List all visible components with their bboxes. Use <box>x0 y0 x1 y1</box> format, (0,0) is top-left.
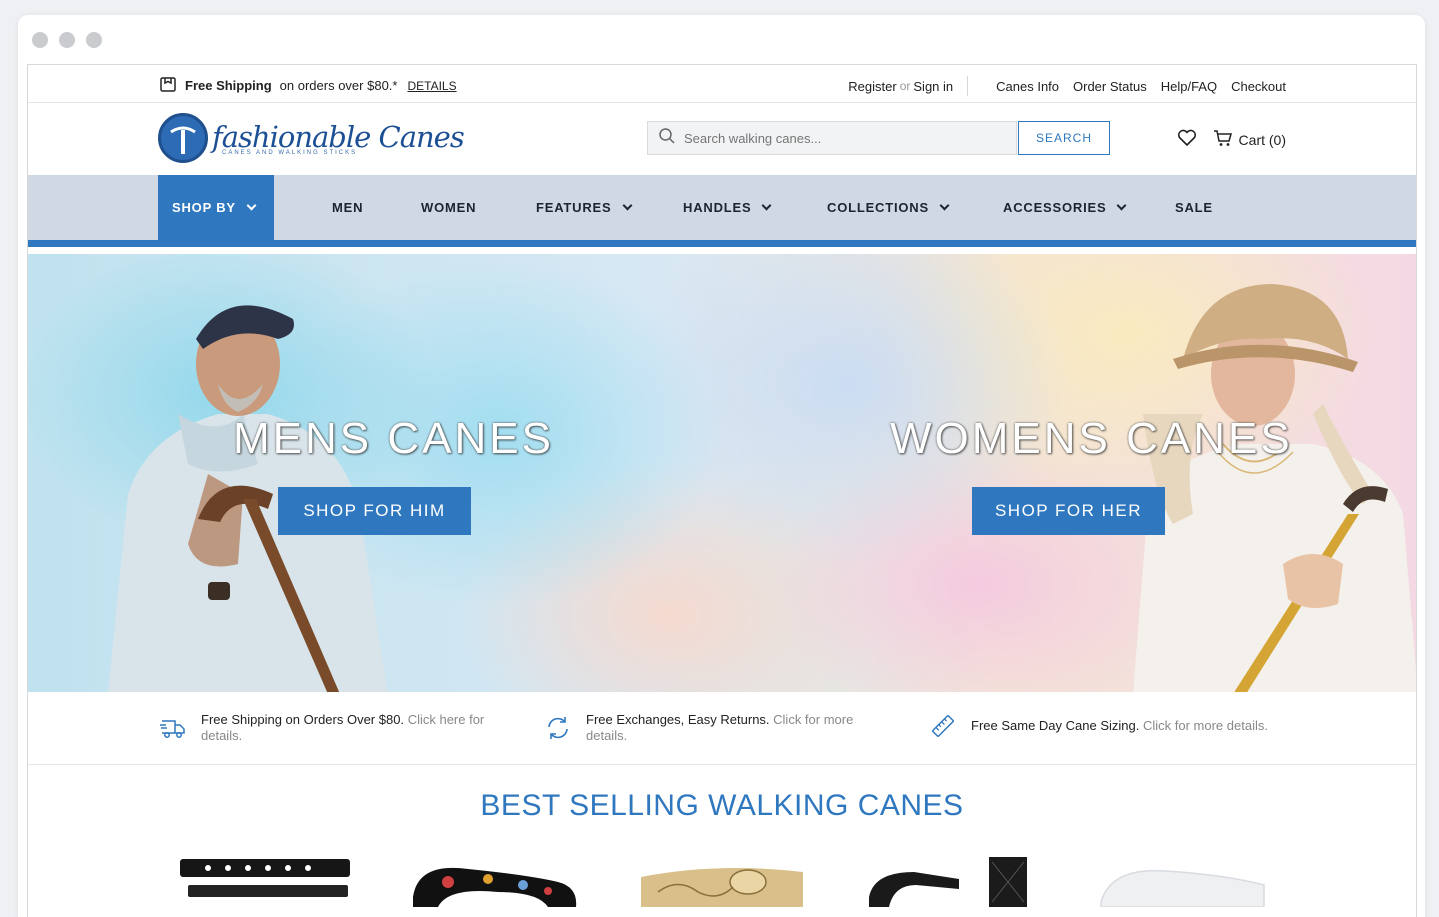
cart-icon <box>1213 129 1233 150</box>
search-field <box>647 121 1017 155</box>
site-header: fashionable Canes CANES AND WALKING STIC… <box>28 103 1416 175</box>
best-sellers-title: BEST SELLING WALKING CANES <box>480 789 964 822</box>
benefit-text: Free Exchanges, Easy Returns. <box>586 712 770 727</box>
nav-sale[interactable]: SALE <box>1175 175 1213 240</box>
cart-label: Cart (0) <box>1238 131 1286 148</box>
window-minimize-dot[interactable] <box>59 32 75 48</box>
package-icon <box>159 75 177 96</box>
benefits-bar: Free Shipping on Orders Over $80. Click … <box>28 692 1416 765</box>
nav-label: FEATURES <box>536 200 612 215</box>
checkout-link[interactable]: Checkout <box>1231 79 1286 94</box>
chevron-down-icon <box>939 200 950 211</box>
nav-label: SHOP BY <box>172 200 236 215</box>
sign-in-link[interactable]: Sign in <box>913 79 953 94</box>
help-faq-link[interactable]: Help/FAQ <box>1161 79 1217 94</box>
nav-label: SALE <box>1175 200 1213 215</box>
nav-label: HANDLES <box>683 200 752 215</box>
benefit-more-link[interactable]: Click for more details. <box>1143 718 1268 733</box>
free-shipping-text: on orders over $80.* <box>279 78 398 93</box>
register-link[interactable]: Register <box>848 79 896 94</box>
hero-banner: MENS CANES SHOP FOR HIM WOMENS CANES SHO… <box>28 254 1416 692</box>
product-image-monogram-cane[interactable] <box>638 857 806 907</box>
benefit-cane-sizing[interactable]: Free Same Day Cane Sizing. Click for mor… <box>929 715 1309 740</box>
logo[interactable]: fashionable Canes CANES AND WALKING STIC… <box>158 113 465 163</box>
ruler-icon <box>929 712 957 740</box>
logo-wordmark: fashionable Canes <box>212 120 465 154</box>
nav-accessories[interactable]: ACCESSORIES <box>1003 175 1127 240</box>
nav-label: COLLECTIONS <box>827 200 929 215</box>
search-input[interactable] <box>684 130 1004 146</box>
shop-for-her-button[interactable]: SHOP FOR HER <box>972 487 1165 535</box>
canes-info-link[interactable]: Canes Info <box>996 79 1059 94</box>
divider <box>967 76 969 96</box>
window-maximize-dot[interactable] <box>86 32 102 48</box>
chevron-down-icon <box>1116 200 1127 211</box>
refresh-icon <box>544 714 572 742</box>
or-text: or <box>899 79 911 93</box>
nav-shop-by[interactable]: SHOP BY <box>158 175 274 240</box>
product-image-carbon-cane[interactable] <box>864 857 1034 907</box>
product-image-clear-cane[interactable] <box>1096 857 1266 907</box>
benefit-free-exchanges[interactable]: Free Exchanges, Easy Returns. Click for … <box>544 712 884 744</box>
nav-label: ACCESSORIES <box>1003 200 1107 215</box>
search-bar: SEARCH <box>647 121 1110 155</box>
window-controls <box>32 32 102 48</box>
logo-emblem-icon <box>158 113 208 163</box>
chevron-down-icon <box>761 200 772 211</box>
header-actions: Cart (0) <box>1177 129 1286 150</box>
window-close-dot[interactable] <box>32 32 48 48</box>
nav-handles[interactable]: HANDLES <box>683 175 772 240</box>
search-button[interactable]: SEARCH <box>1018 121 1110 155</box>
chevron-down-icon <box>246 200 257 211</box>
man-with-cane-image <box>108 305 388 692</box>
benefit-free-shipping[interactable]: Free Shipping on Orders Over $80. Click … <box>159 712 499 744</box>
nav-label: WOMEN <box>421 200 477 215</box>
shop-for-him-button[interactable]: SHOP FOR HIM <box>278 487 471 535</box>
womens-canes-title: WOMENS CANES <box>890 414 1293 463</box>
browser-window: Free Shipping on orders over $80.* DETAI… <box>18 15 1425 917</box>
shipping-truck-icon <box>159 714 187 742</box>
chevron-down-icon <box>622 200 632 211</box>
search-icon <box>658 127 676 150</box>
order-status-link[interactable]: Order Status <box>1073 79 1147 94</box>
product-image-floral-cane[interactable] <box>408 857 580 907</box>
benefit-text: Free Same Day Cane Sizing. <box>971 718 1140 733</box>
nav-features[interactable]: FEATURES <box>536 175 632 240</box>
details-link[interactable]: DETAILS <box>407 79 456 93</box>
mens-canes-title: MENS CANES <box>233 414 554 463</box>
nav-collections[interactable]: COLLECTIONS <box>827 175 950 240</box>
main-nav: SHOP BY MEN WOMEN FEATURES HANDLES COLLE… <box>28 175 1416 247</box>
nav-label: MEN <box>332 200 364 215</box>
cart-button[interactable]: Cart (0) <box>1213 129 1286 150</box>
website: Free Shipping on orders over $80.* DETAI… <box>27 64 1417 917</box>
nav-women[interactable]: WOMEN <box>421 175 476 240</box>
utility-bar: Free Shipping on orders over $80.* DETAI… <box>28 65 1416 103</box>
nav-men[interactable]: MEN <box>332 175 363 240</box>
best-sellers-section: BEST SELLING WALKING CANES <box>28 765 1416 917</box>
woman-with-cane-image <box>1133 284 1416 692</box>
product-image-led-cane[interactable] <box>178 857 353 907</box>
free-shipping-label: Free Shipping <box>185 78 272 93</box>
free-shipping-promo: Free Shipping on orders over $80.* DETAI… <box>159 75 457 96</box>
wishlist-heart-icon[interactable] <box>1177 129 1197 150</box>
benefit-text: Free Shipping on Orders Over $80. <box>201 712 405 727</box>
account-links: Register or Sign in Canes Info Order Sta… <box>848 76 1286 96</box>
